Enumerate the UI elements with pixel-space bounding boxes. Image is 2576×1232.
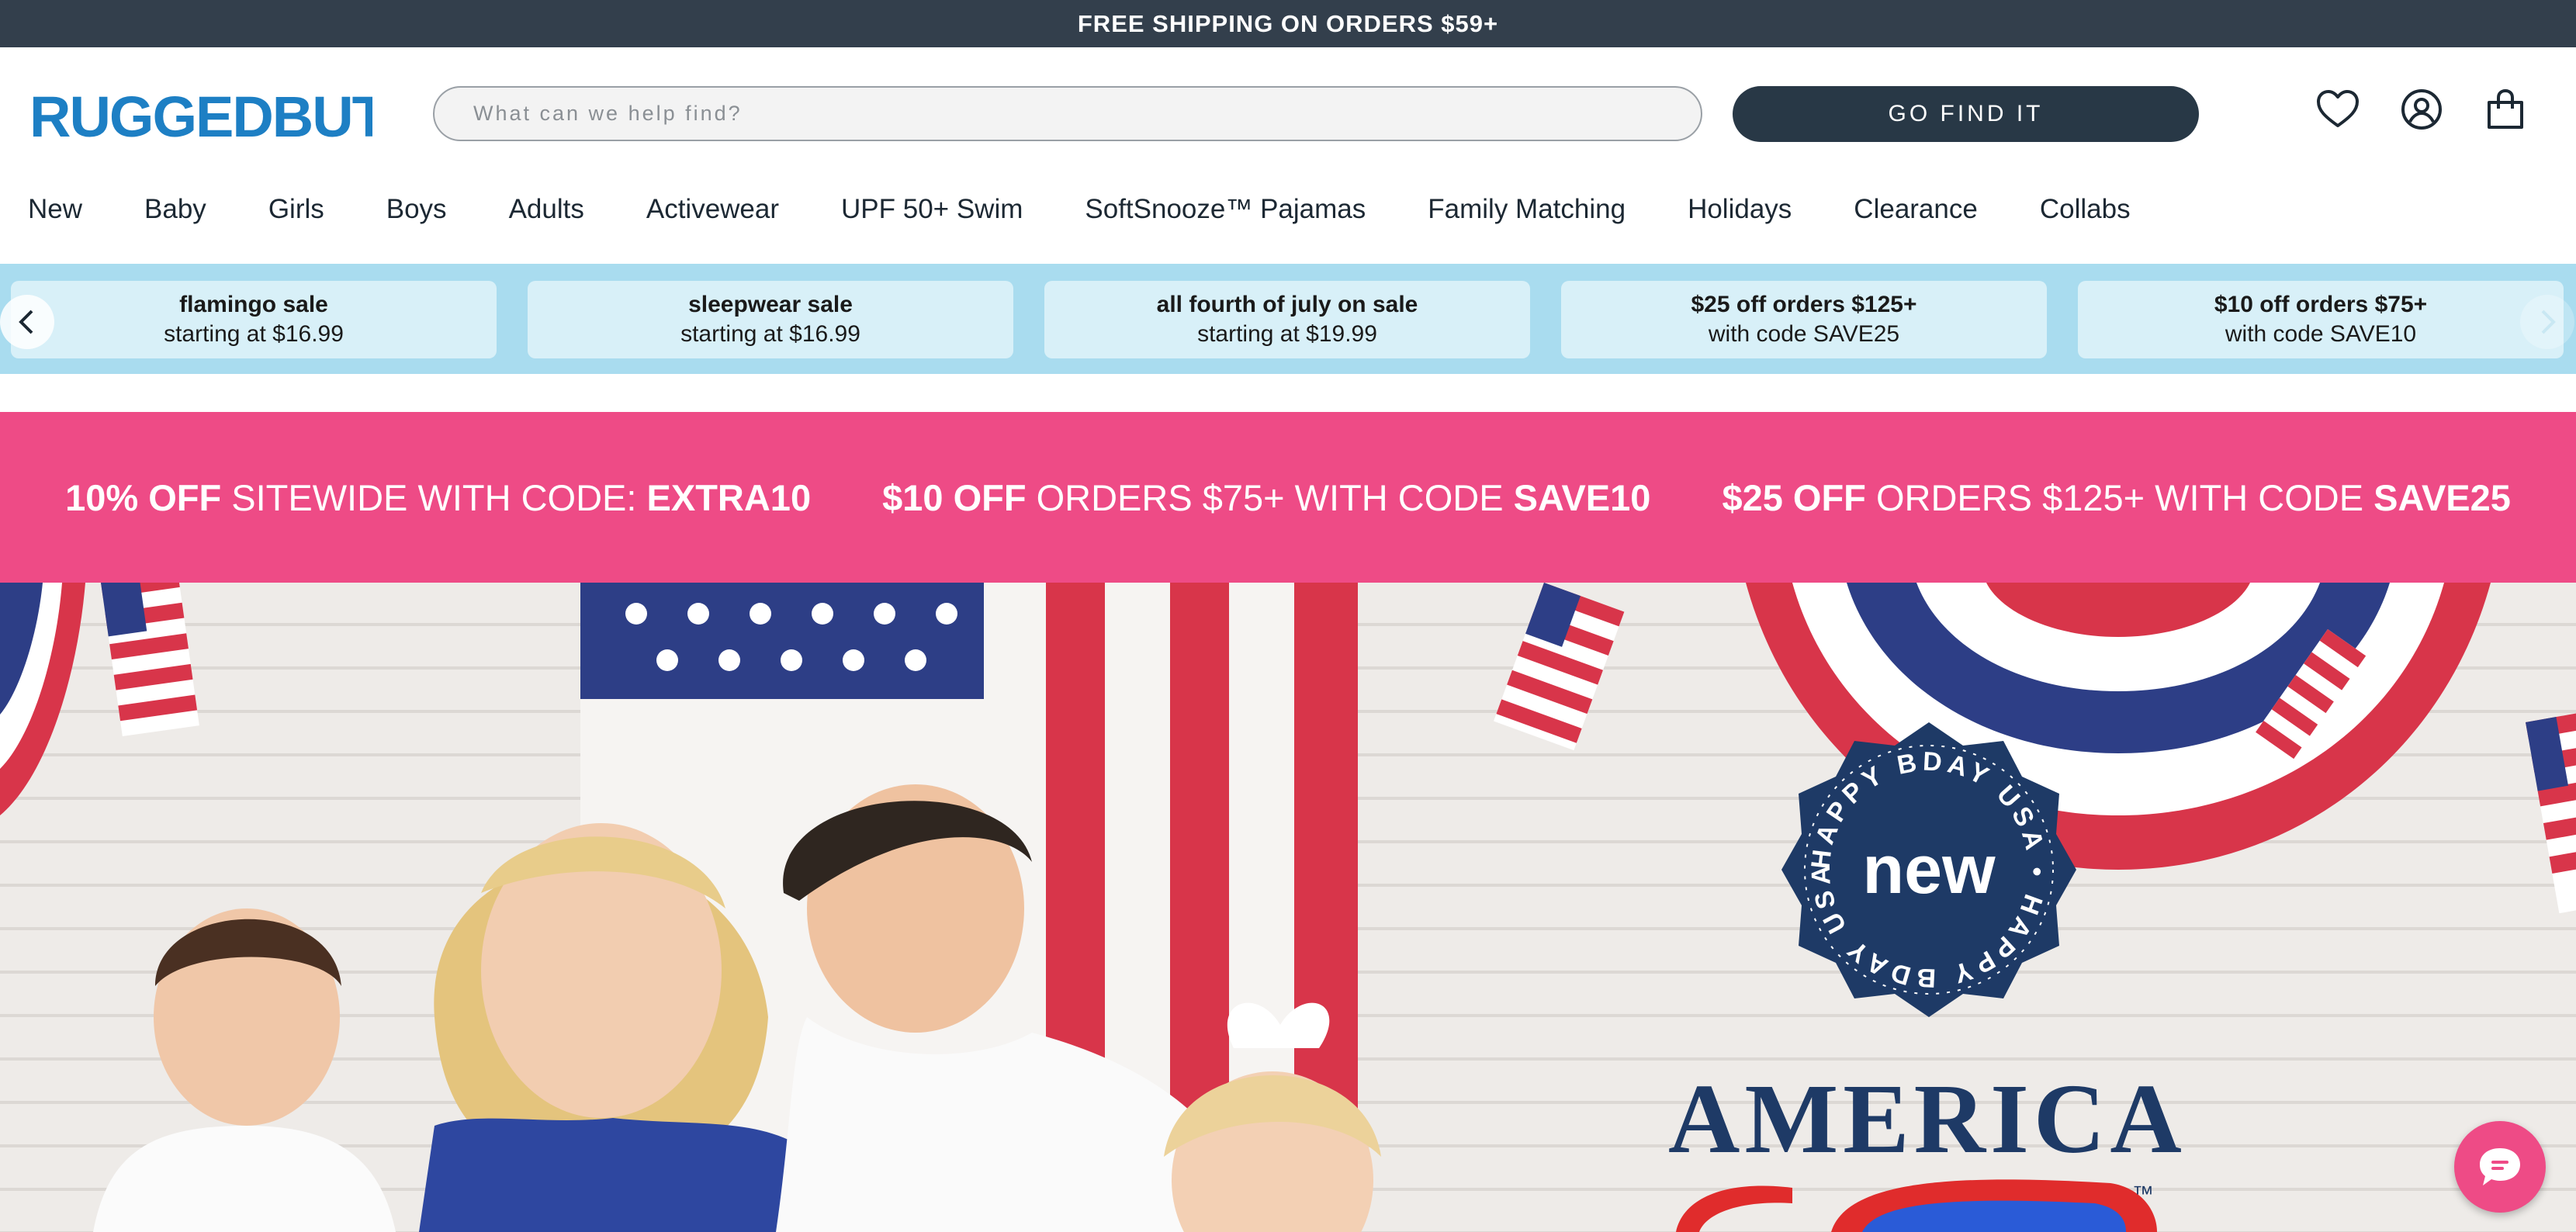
chat-icon bbox=[2480, 1148, 2520, 1185]
nav-item-baby[interactable]: Baby bbox=[144, 194, 206, 225]
account-icon[interactable] bbox=[2399, 87, 2444, 132]
nav-item-pajamas[interactable]: SoftSnooze™ Pajamas bbox=[1085, 194, 1366, 225]
promo-title: $25 off orders $125+ bbox=[1691, 292, 1917, 317]
offer-discount: $25 OFF bbox=[1722, 476, 1866, 518]
nav-item-new[interactable]: New bbox=[28, 194, 82, 225]
go-find-it-button[interactable]: GO FIND IT bbox=[1733, 86, 2199, 142]
offer-banner[interactable]: 10% OFF SITEWIDE WITH CODE: EXTRA10 $10 … bbox=[0, 412, 2576, 583]
hero-banner[interactable]: HAPPY BDAY USA • HAPPY BDAY USA • new AM… bbox=[0, 583, 2576, 1232]
nav-item-holidays[interactable]: Holidays bbox=[1688, 194, 1792, 225]
promo-title: sleepwear sale bbox=[688, 292, 853, 317]
promo-title: all fourth of july on sale bbox=[1156, 292, 1418, 317]
promo-card[interactable]: $10 off orders $75+ with code SAVE10 bbox=[2078, 281, 2564, 358]
nav-item-boys[interactable]: Boys bbox=[386, 194, 447, 225]
promo-title: flamingo sale bbox=[179, 292, 328, 317]
promo-title: $10 off orders $75+ bbox=[2214, 292, 2428, 317]
hero-image: HAPPY BDAY USA • HAPPY BDAY USA • new bbox=[0, 583, 2576, 1232]
promo-subtitle: with code SAVE10 bbox=[2225, 321, 2417, 347]
offer-code: SAVE25 bbox=[2373, 476, 2511, 518]
carousel-next-button[interactable] bbox=[2520, 295, 2574, 349]
promo-carousel: flamingo sale starting at $16.99 sleepwe… bbox=[0, 264, 2576, 374]
nav-item-clearance[interactable]: Clearance bbox=[1854, 194, 1978, 225]
offer-item: 10% OFF SITEWIDE WITH CODE: EXTRA10 bbox=[65, 476, 811, 519]
promo-subtitle: starting at $16.99 bbox=[164, 321, 344, 347]
main-nav: New Baby Girls Boys Adults Activewear UP… bbox=[28, 186, 2193, 233]
brand-logo[interactable]: RUGGEDBUTTS bbox=[29, 82, 457, 149]
nav-item-adults[interactable]: Adults bbox=[509, 194, 584, 225]
offer-discount: 10% OFF bbox=[65, 476, 222, 518]
chevron-left-icon bbox=[19, 310, 33, 334]
promo-card[interactable]: $25 off orders $125+ with code SAVE25 bbox=[1561, 281, 2047, 358]
promo-card[interactable]: all fourth of july on sale starting at $… bbox=[1044, 281, 1530, 358]
offer-item: $10 OFF ORDERS $75+ WITH CODE SAVE10 bbox=[882, 476, 1650, 519]
promo-card[interactable]: flamingo sale starting at $16.99 bbox=[11, 281, 497, 358]
carousel-prev-button[interactable] bbox=[0, 295, 54, 349]
search-box[interactable] bbox=[433, 86, 1702, 141]
search-input[interactable] bbox=[473, 102, 1701, 126]
offer-text: ORDERS $75+ WITH CODE bbox=[1036, 476, 1504, 518]
offer-item: $25 OFF ORDERS $125+ WITH CODE SAVE25 bbox=[1722, 476, 2510, 519]
promo-subtitle: starting at $16.99 bbox=[680, 321, 860, 347]
promo-card[interactable]: sleepwear sale starting at $16.99 bbox=[528, 281, 1013, 358]
heart-icon[interactable] bbox=[2315, 87, 2360, 132]
offer-text: ORDERS $125+ WITH CODE bbox=[1875, 476, 2364, 518]
nav-item-collabs[interactable]: Collabs bbox=[2040, 194, 2131, 225]
nav-item-girls[interactable]: Girls bbox=[268, 194, 324, 225]
announcement-text: FREE SHIPPING ON ORDERS $59+ bbox=[1077, 9, 1499, 37]
announcement-bar: FREE SHIPPING ON ORDERS $59+ bbox=[0, 0, 2576, 47]
chevron-right-icon bbox=[2541, 310, 2556, 334]
nav-item-activewear[interactable]: Activewear bbox=[646, 194, 779, 225]
offer-code: SAVE10 bbox=[1513, 476, 1651, 518]
promo-subtitle: with code SAVE25 bbox=[1708, 321, 1900, 347]
nav-item-upf-swim[interactable]: UPF 50+ Swim bbox=[841, 194, 1023, 225]
chat-button[interactable] bbox=[2454, 1121, 2546, 1213]
offer-code: EXTRA10 bbox=[646, 476, 812, 518]
offer-discount: $10 OFF bbox=[882, 476, 1027, 518]
nav-item-family-matching[interactable]: Family Matching bbox=[1428, 194, 1626, 225]
trademark-symbol: ™ bbox=[2132, 1182, 2154, 1206]
shopping-bag-icon[interactable] bbox=[2483, 87, 2528, 132]
promo-subtitle: starting at $19.99 bbox=[1197, 321, 1377, 347]
offer-text: SITEWIDE WITH CODE: bbox=[231, 476, 637, 518]
hero-title: AMERICA bbox=[1668, 1064, 2186, 1174]
badge-word: new bbox=[1862, 831, 1996, 908]
brand-logo-text: RUGGEDBUTTS bbox=[29, 85, 372, 147]
